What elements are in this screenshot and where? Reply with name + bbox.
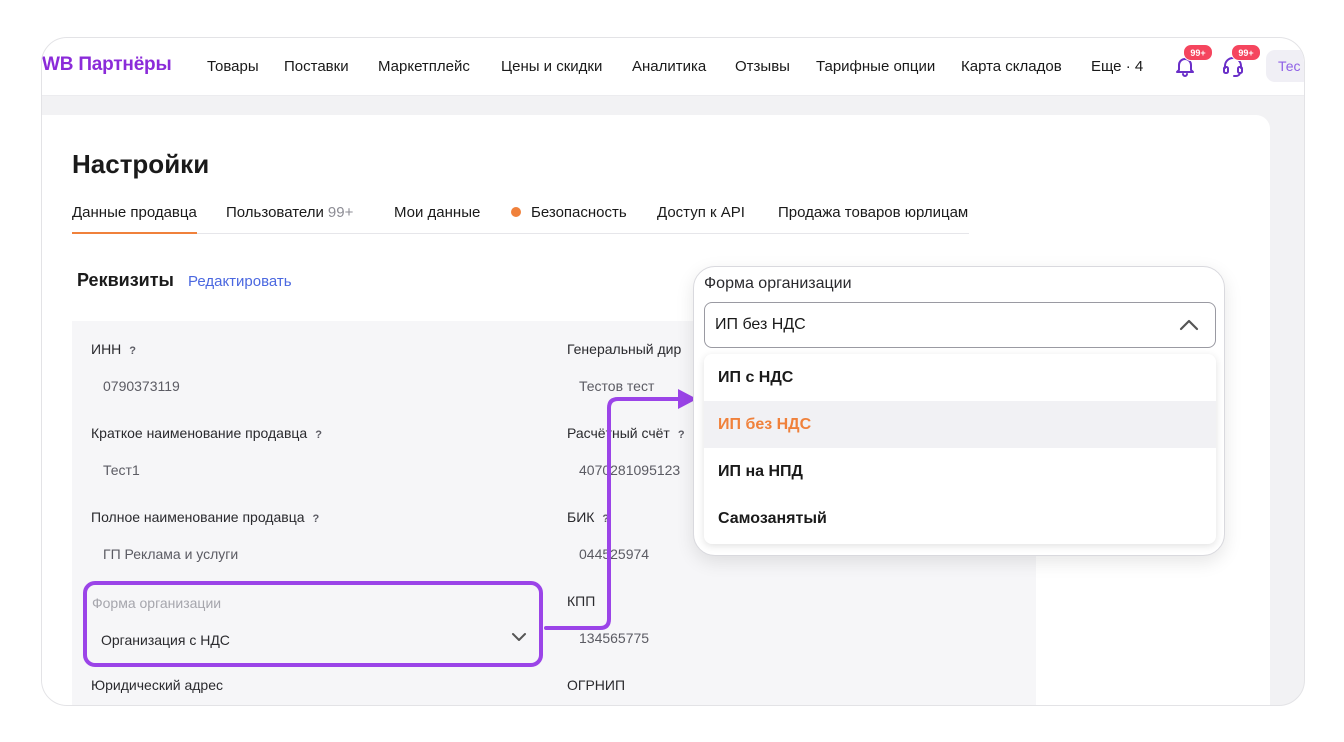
nav-item-supplies[interactable]: Поставки	[284, 58, 349, 75]
top-navigation-bar: WB Партнёры Товары Поставки Маркетплейс …	[42, 38, 1304, 96]
dropdown-select[interactable]: ИП без НДС	[704, 302, 1216, 348]
option-self-employed[interactable]: Самозанятый	[704, 495, 1216, 542]
full-name-label: Полное наименование продавца?	[91, 509, 320, 525]
org-form-label: Форма организации	[92, 595, 222, 611]
general-director-label: Генеральный дир	[567, 341, 682, 357]
tab-b2b-sales[interactable]: Продажа товаров юрлицам	[778, 204, 968, 232]
nav-item-reviews[interactable]: Отзывы	[735, 58, 790, 75]
nav-item-marketplace[interactable]: Маркетплейс	[378, 58, 470, 75]
edit-requisites-link[interactable]: Редактировать	[188, 273, 292, 290]
kpp-label: КПП	[567, 593, 596, 609]
support-badge: 99+	[1231, 44, 1261, 61]
ogrnip-label: ОГРНИП	[567, 677, 626, 693]
notifications-button[interactable]: 99+	[1173, 44, 1213, 78]
bik-value: 044525974	[579, 546, 650, 562]
help-icon[interactable]: ?	[678, 429, 685, 441]
short-name-value: Тест1	[103, 462, 140, 478]
chevron-up-icon	[1179, 319, 1199, 331]
nav-item-products[interactable]: Товары	[207, 58, 259, 75]
short-name-label: Краткое наименование продавца?	[91, 425, 322, 441]
option-ip-with-vat[interactable]: ИП с НДС	[704, 354, 1216, 401]
option-ip-without-vat[interactable]: ИП без НДС	[704, 401, 1216, 448]
inn-value: 0790373119	[103, 378, 180, 394]
org-form-value: Организация с НДС	[101, 632, 230, 648]
general-director-value: Тестов тест	[579, 378, 655, 394]
help-icon[interactable]: ?	[313, 513, 320, 525]
nav-item-more[interactable]: Еще · 4	[1091, 58, 1143, 75]
support-button[interactable]: 99+	[1221, 44, 1261, 78]
requisites-title: Реквизиты	[77, 270, 174, 290]
org-form-select[interactable]: Форма организации Организация с НДС	[83, 581, 543, 667]
user-menu-button[interactable]: Тес	[1266, 50, 1304, 82]
nav-item-prices-discounts[interactable]: Цены и скидки	[501, 58, 602, 75]
settings-tabs: Данные продавца Пользователи 99+ Мои данн…	[72, 195, 969, 234]
legal-address-label: Юридический адрес	[91, 677, 224, 693]
tab-seller-data[interactable]: Данные продавца	[72, 204, 197, 234]
inn-label: ИНН?	[91, 341, 137, 357]
help-icon[interactable]: ?	[129, 345, 136, 357]
chevron-down-icon	[512, 633, 526, 641]
bik-label: БИК?	[567, 509, 610, 525]
account-value: 4070281095123	[579, 462, 681, 478]
option-ip-npd[interactable]: ИП на НПД	[704, 448, 1216, 495]
account-label: Расчётный счёт?	[567, 425, 685, 441]
users-count: 99+	[327, 204, 354, 221]
notifications-badge: 99+	[1183, 44, 1213, 61]
tab-users[interactable]: Пользователи 99+	[226, 204, 353, 232]
nav-item-warehouse-map[interactable]: Карта складов	[961, 58, 1062, 75]
tab-my-data[interactable]: Мои данные	[394, 204, 480, 232]
page-title: Настройки	[72, 149, 210, 179]
dropdown-options-list: ИП с НДС ИП без НДС ИП на НПД Самозаняты…	[704, 354, 1216, 544]
tab-security[interactable]: Безопасность	[511, 204, 627, 232]
dropdown-selected-value: ИП без НДС	[715, 316, 806, 333]
nav-item-tariff-options[interactable]: Тарифные опции	[816, 58, 935, 75]
org-form-dropdown-popover: Форма организации ИП без НДС ИП с НДС ИП…	[693, 266, 1225, 556]
brand-logo[interactable]: WB Партнёры	[42, 54, 172, 76]
tab-api-access[interactable]: Доступ к API	[657, 204, 745, 232]
dropdown-label: Форма организации	[704, 275, 852, 292]
kpp-value: 134565775	[579, 630, 650, 646]
full-name-value: ГП Реклама и услуги	[103, 546, 239, 562]
help-icon[interactable]: ?	[602, 513, 609, 525]
nav-item-analytics[interactable]: Аналитика	[632, 58, 706, 75]
security-alert-dot	[511, 207, 521, 217]
help-icon[interactable]: ?	[315, 429, 322, 441]
